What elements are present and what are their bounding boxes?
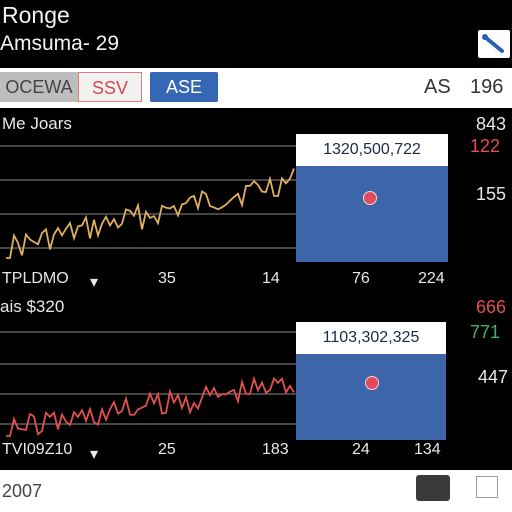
panel1-side-value-3: 155	[476, 184, 507, 204]
edit-button[interactable]	[478, 30, 510, 58]
panel2-line-chart	[0, 331, 300, 437]
footer-dark-button[interactable]	[416, 475, 450, 501]
panel2-dropdown-chevron[interactable]: ▾	[90, 444, 98, 464]
footer-checkbox[interactable]	[476, 476, 498, 498]
panel2-label: ais $320	[0, 297, 65, 316]
tab-ocewa[interactable]: OCEWA	[0, 72, 78, 102]
tab-ssv[interactable]: SSV	[78, 72, 142, 102]
panel2-value: 1103,302,325	[296, 322, 446, 354]
panel1-side-value-2: 122	[470, 136, 501, 156]
panel2-tick: 134	[414, 441, 441, 458]
panel1-tick: 76	[352, 270, 370, 287]
panel1-marker	[363, 191, 377, 205]
panel1-series-line	[6, 168, 295, 259]
panel2-marker	[365, 376, 379, 390]
app-subtitle: Amsuma- 29	[0, 32, 120, 55]
panel1-value: 1320,500,722	[296, 134, 448, 166]
panel1-tick: 35	[158, 270, 176, 287]
toolbar-stat-b: 196	[470, 76, 504, 98]
panel1-label: Me Joars	[2, 114, 72, 133]
footer-text: 2007	[2, 481, 43, 501]
panel1-dropdown-chevron[interactable]: ▾	[90, 272, 98, 292]
tab-ase[interactable]: ASE	[150, 72, 218, 102]
panel2-axis-left: TVI09Z10	[2, 441, 73, 458]
panel2-side-value-3: 447	[478, 367, 509, 387]
toolbar-stat-a: AS	[424, 76, 451, 98]
panel1-side-value-1: 843	[476, 114, 507, 134]
panel1-line-chart	[0, 145, 300, 259]
pen-icon	[482, 34, 504, 53]
panel1-tick: 14	[262, 270, 280, 287]
panel2-tick: 25	[158, 441, 176, 458]
panel1-axis-left: TPLDMO	[2, 270, 69, 287]
panel2-side-value-2: 771	[470, 322, 501, 342]
panel1-tick: 224	[418, 270, 445, 287]
panel2-side-value-1: 666	[476, 297, 507, 317]
panel2-series-line	[6, 375, 295, 437]
app-title: Ronge	[2, 2, 70, 28]
panel2-tick: 24	[352, 441, 370, 458]
panel2-tick: 183	[262, 441, 289, 458]
